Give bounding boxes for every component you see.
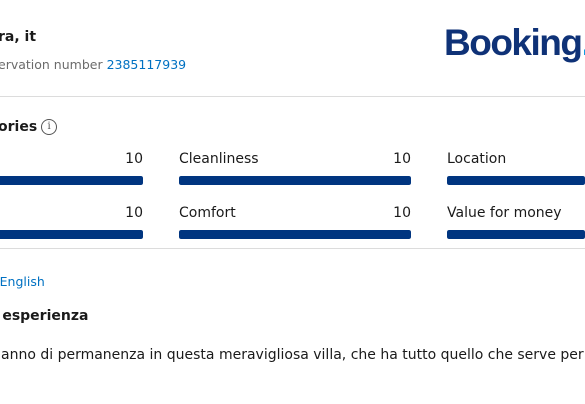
review-title: a esperienza (0, 308, 89, 324)
reservation-info: ervation number 2385117939 (0, 57, 186, 72)
category-label: Location (447, 151, 507, 167)
score-bar-fill (447, 176, 585, 185)
score-bar-fill (0, 176, 143, 185)
category-score: 10 (125, 205, 143, 221)
score-bar (0, 176, 143, 185)
category-score: 10 (393, 151, 411, 167)
categories-heading: ories i (0, 119, 58, 135)
translate-link[interactable]: o English (0, 274, 45, 289)
score-bar-fill (179, 176, 411, 185)
category-score: 10 (393, 205, 411, 221)
header-divider (0, 96, 585, 97)
score-bar (0, 230, 143, 239)
categories-divider (0, 248, 585, 249)
score-bar (179, 230, 411, 239)
score-bar (179, 176, 411, 185)
guest-name: ra, it (0, 29, 37, 45)
reservation-label: ervation number (0, 57, 103, 72)
category-label: Comfort (179, 205, 236, 221)
score-bar (447, 230, 585, 239)
logo-text: Booking (444, 22, 583, 63)
category-label: Cleanliness (179, 151, 259, 167)
info-icon[interactable]: i (41, 119, 58, 135)
score-bar-fill (179, 230, 411, 239)
reservation-number-link[interactable]: 2385117939 (107, 57, 187, 72)
logo-dot: . (581, 22, 585, 63)
category-score: 10 (125, 151, 143, 167)
booking-logo: Booking. (444, 24, 585, 61)
categories-title: ories (0, 119, 38, 135)
review-text: o anno di permanenza in questa meravigli… (0, 347, 584, 363)
score-bar-fill (447, 230, 585, 239)
score-bar (447, 176, 585, 185)
category-label: Value for money (447, 205, 562, 221)
score-bar-fill (0, 230, 143, 239)
